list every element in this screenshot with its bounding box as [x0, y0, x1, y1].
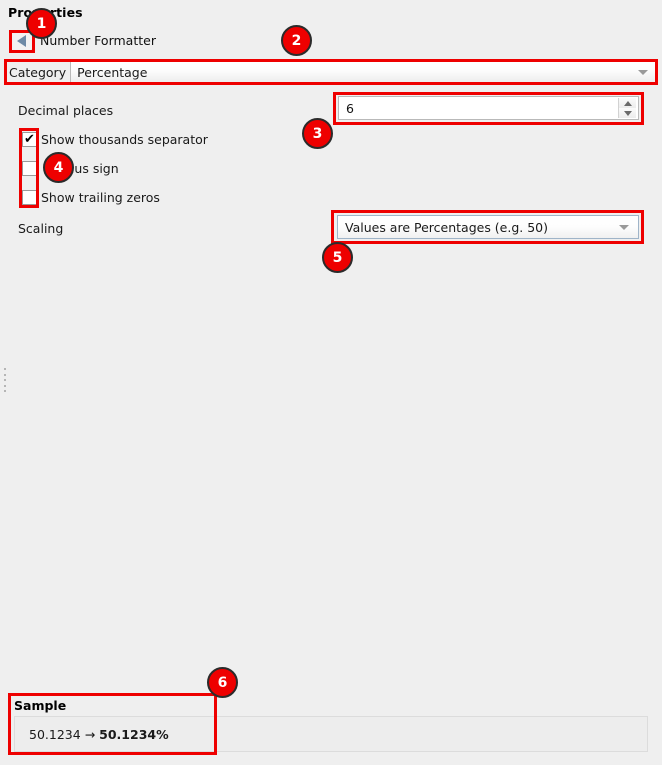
page-title: Properties [8, 5, 83, 20]
panel-subtitle: Number Formatter [40, 33, 156, 48]
spinner-buttons [618, 98, 636, 118]
annotation-marker-2: 2 [281, 25, 312, 56]
category-row: Category Percentage [4, 61, 658, 83]
checkbox-row-thousands-separator[interactable]: ✔ Show thousands separator [22, 132, 208, 147]
annotation-marker-6: 6 [207, 667, 238, 698]
sample-arrow-icon: → [84, 726, 96, 742]
category-dropdown[interactable]: Percentage [70, 61, 658, 83]
sample-input: 50.1234 [29, 726, 81, 742]
scaling-label: Scaling [18, 221, 64, 236]
decimal-places-label: Decimal places [18, 103, 114, 118]
spinner-down-button[interactable] [619, 108, 636, 118]
checkbox-trailing-zeros[interactable] [22, 190, 37, 205]
checkbox-row-trailing-zeros[interactable]: Show trailing zeros [22, 190, 160, 205]
checkbox-label-thousands-separator: Show thousands separator [41, 132, 208, 147]
checkbox-row-plus-sign[interactable]: plus sign [22, 161, 119, 176]
spinner-up-button[interactable] [619, 98, 636, 108]
splitter-dot [4, 384, 6, 387]
sample-title: Sample [14, 698, 67, 713]
back-button[interactable] [9, 30, 33, 51]
category-label: Category [4, 61, 71, 83]
chevron-down-icon [638, 70, 648, 75]
checkbox-thousands-separator[interactable]: ✔ [22, 132, 37, 147]
scaling-dropdown[interactable]: Values are Percentages (e.g. 50) [337, 215, 639, 239]
sample-output: 50.1234% [99, 726, 169, 742]
splitter-dot [4, 373, 6, 376]
scaling-value: Values are Percentages (e.g. 50) [345, 219, 549, 235]
splitter-dot [4, 368, 6, 370]
annotation-marker-5: 5 [322, 242, 353, 273]
checkbox-plus-sign[interactable] [22, 161, 37, 176]
back-arrow-icon [16, 34, 26, 47]
splitter-handle[interactable] [4, 368, 7, 392]
decimal-places-stepper[interactable]: 6 [338, 96, 639, 120]
annotation-marker-3: 3 [302, 118, 333, 149]
decimal-places-value: 6 [346, 100, 354, 116]
splitter-dot [4, 390, 6, 392]
spinner-down-icon [623, 110, 632, 116]
checkbox-label-plus-sign: plus sign [63, 161, 119, 176]
spinner-up-icon [623, 100, 632, 106]
splitter-dot [4, 379, 6, 381]
check-icon: ✔ [24, 132, 35, 147]
category-value: Percentage [77, 64, 148, 80]
chevron-down-icon [619, 225, 629, 230]
sample-box: 50.1234 → 50.1234% [14, 716, 648, 752]
checkbox-label-trailing-zeros: Show trailing zeros [41, 190, 160, 205]
sample-text: 50.1234 → 50.1234% [29, 727, 169, 742]
